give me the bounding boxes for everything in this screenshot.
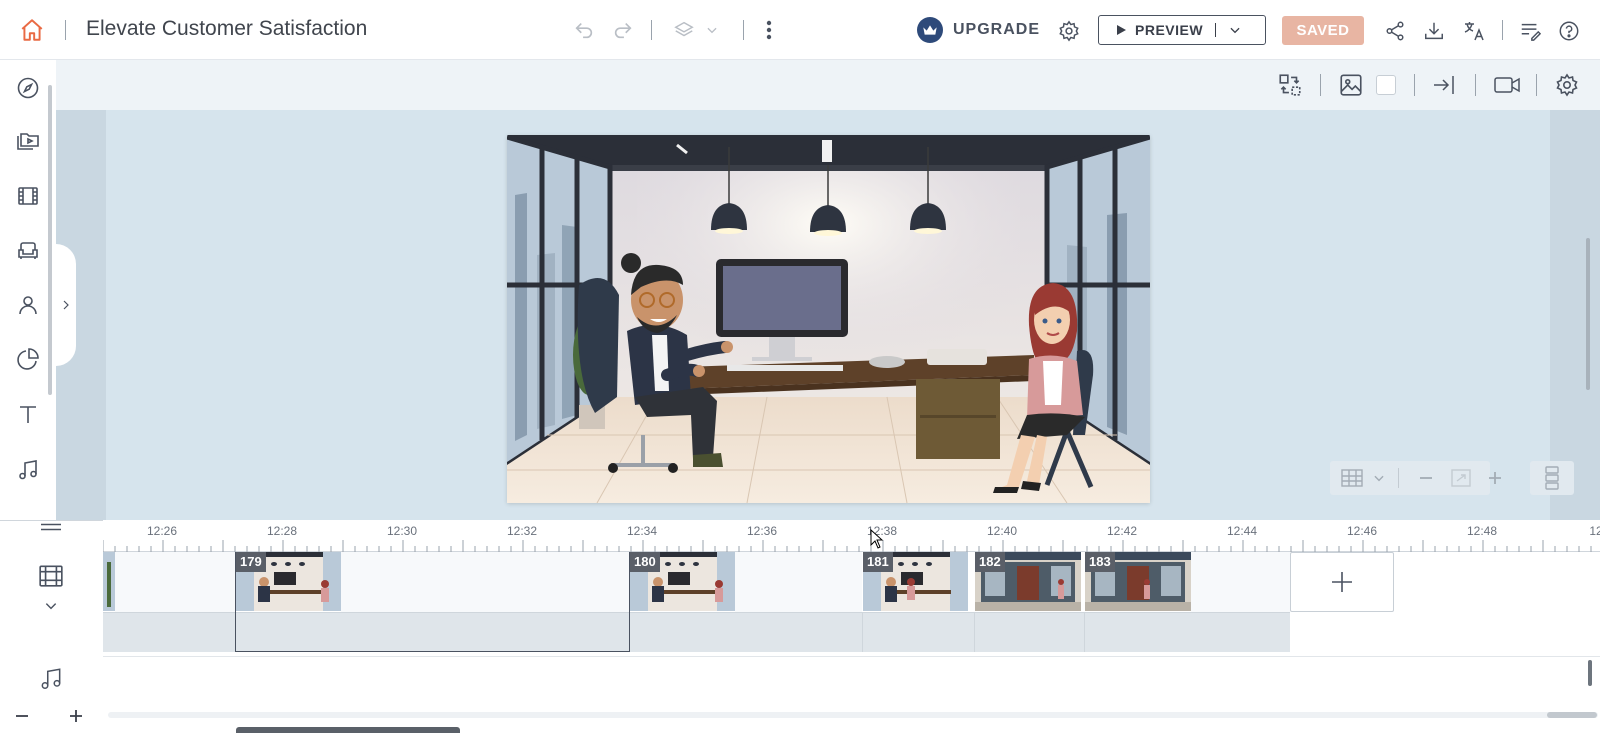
- more-vertical-icon[interactable]: [758, 18, 780, 42]
- plus-icon: [1332, 572, 1352, 592]
- ruler-tick-label: 12:36: [746, 524, 778, 538]
- chevron-down-icon[interactable]: [1228, 23, 1242, 37]
- chevron-down-icon[interactable]: [41, 598, 61, 614]
- scene-divider: [862, 612, 863, 652]
- play-icon: [1117, 25, 1126, 35]
- ruler-tick-label: 12:40: [986, 524, 1018, 538]
- ruler-tick-label: 12:34: [626, 524, 658, 538]
- preview-label: PREVIEW: [1135, 22, 1204, 38]
- divider: [1414, 74, 1415, 96]
- office-scene-illustration: [507, 135, 1150, 503]
- share-icon[interactable]: [1382, 18, 1408, 44]
- grid-icon[interactable]: [1340, 467, 1364, 489]
- fit-screen-icon[interactable]: [1450, 468, 1472, 488]
- home-icon[interactable]: [18, 16, 46, 44]
- workspace-gutter-right: [1550, 110, 1600, 520]
- download-icon[interactable]: [1421, 18, 1447, 44]
- ruler-tick-label: 12:46: [1346, 524, 1378, 538]
- workspace-scrollbar[interactable]: [1586, 238, 1590, 390]
- enter-transition-icon[interactable]: [1430, 71, 1460, 99]
- zoom-in-icon[interactable]: [1485, 469, 1505, 487]
- scene-block[interactable]: [115, 552, 235, 612]
- timeline-horizontal-scrollbar[interactable]: [108, 712, 1598, 718]
- ruler-tick-label: 12:26: [146, 524, 178, 538]
- compass-icon[interactable]: [14, 74, 42, 102]
- camera-icon[interactable]: [1491, 71, 1523, 99]
- timeline-zoom-in-icon[interactable]: [66, 706, 86, 726]
- add-scene-button[interactable]: [1290, 552, 1394, 612]
- background-color-swatch[interactable]: [1376, 75, 1396, 95]
- script-edit-icon[interactable]: [1517, 18, 1543, 44]
- canvas-toolbar: [56, 60, 1600, 110]
- pie-chart-icon[interactable]: [14, 345, 42, 373]
- redo-icon[interactable]: [611, 18, 635, 42]
- saved-button[interactable]: SAVED: [1282, 16, 1364, 45]
- divider: [65, 20, 66, 40]
- timeline-zoom-slider[interactable]: [236, 727, 460, 733]
- text-icon[interactable]: [14, 400, 42, 428]
- scene-number: 182: [975, 552, 1005, 572]
- upgrade-button[interactable]: UPGRADE: [953, 21, 1040, 39]
- sidebar-expand-toggle[interactable]: [56, 244, 76, 366]
- scene-block[interactable]: [341, 552, 629, 612]
- mouse-cursor: [870, 528, 884, 554]
- scene-block[interactable]: [735, 552, 862, 612]
- scene-canvas[interactable]: [507, 135, 1150, 503]
- timeline-vertical-scrollbar[interactable]: [1588, 660, 1592, 686]
- divider: [1320, 74, 1321, 96]
- scene-number: 179: [236, 552, 266, 572]
- scene-thumbnail[interactable]: [103, 552, 115, 611]
- project-title[interactable]: Elevate Customer Satisfaction: [86, 17, 367, 41]
- person-icon[interactable]: [14, 291, 42, 319]
- scene-divider: [974, 612, 975, 652]
- scene-divider: [1084, 612, 1085, 652]
- scene-number: 180: [630, 552, 660, 572]
- divider: [1215, 23, 1217, 37]
- undo-icon[interactable]: [572, 18, 596, 42]
- layers-list-icon: [1541, 466, 1563, 490]
- divider: [651, 20, 652, 40]
- divider: [1475, 74, 1476, 96]
- ruler-tick-label: 12:32: [506, 524, 538, 538]
- swap-scene-icon[interactable]: [1276, 71, 1304, 99]
- gear-icon[interactable]: [1056, 18, 1082, 44]
- crown-icon[interactable]: [917, 17, 943, 43]
- ruler-tick-label: 12:28: [266, 524, 298, 538]
- timeline-zoom-out-icon[interactable]: [12, 706, 32, 726]
- ruler-tick-label: 12:42: [1106, 524, 1138, 538]
- preview-button[interactable]: PREVIEW: [1098, 15, 1266, 45]
- translate-icon[interactable]: [1460, 17, 1488, 45]
- divider: [1398, 468, 1399, 488]
- chevron-down-icon[interactable]: [703, 20, 721, 40]
- film-icon[interactable]: [14, 182, 42, 210]
- chevron-down-icon[interactable]: [1370, 469, 1388, 487]
- ruler-tick-label: 12:30: [386, 524, 418, 538]
- music-icon[interactable]: [14, 456, 42, 484]
- scene-block[interactable]: [1191, 552, 1290, 612]
- divider: [1502, 20, 1503, 40]
- ruler-tick-label: 12: [1589, 524, 1600, 538]
- video-folder-icon[interactable]: [14, 128, 42, 156]
- ruler-tick-label: 12:44: [1226, 524, 1258, 538]
- help-icon[interactable]: [1556, 18, 1582, 44]
- divider: [743, 20, 744, 40]
- scene-number: 183: [1085, 552, 1115, 572]
- background-image-icon[interactable]: [1337, 71, 1365, 99]
- zoom-out-icon[interactable]: [1416, 469, 1436, 487]
- armchair-icon[interactable]: [14, 237, 42, 265]
- drag-handle-icon[interactable]: [38, 521, 64, 533]
- layers-icon[interactable]: [672, 18, 696, 42]
- chevron-right-icon: [63, 300, 69, 310]
- audio-track[interactable]: [103, 656, 1600, 704]
- audio-track-icon[interactable]: [36, 664, 66, 694]
- scene-number: 181: [863, 552, 893, 572]
- ruler-tick-label: 12:48: [1466, 524, 1498, 538]
- sidebar-scrollbar[interactable]: [48, 85, 52, 395]
- scenes-track-icon[interactable]: [36, 562, 66, 590]
- scrollbar-thumb[interactable]: [1547, 712, 1597, 718]
- divider: [1536, 74, 1537, 96]
- scene-settings-icon[interactable]: [1553, 71, 1581, 99]
